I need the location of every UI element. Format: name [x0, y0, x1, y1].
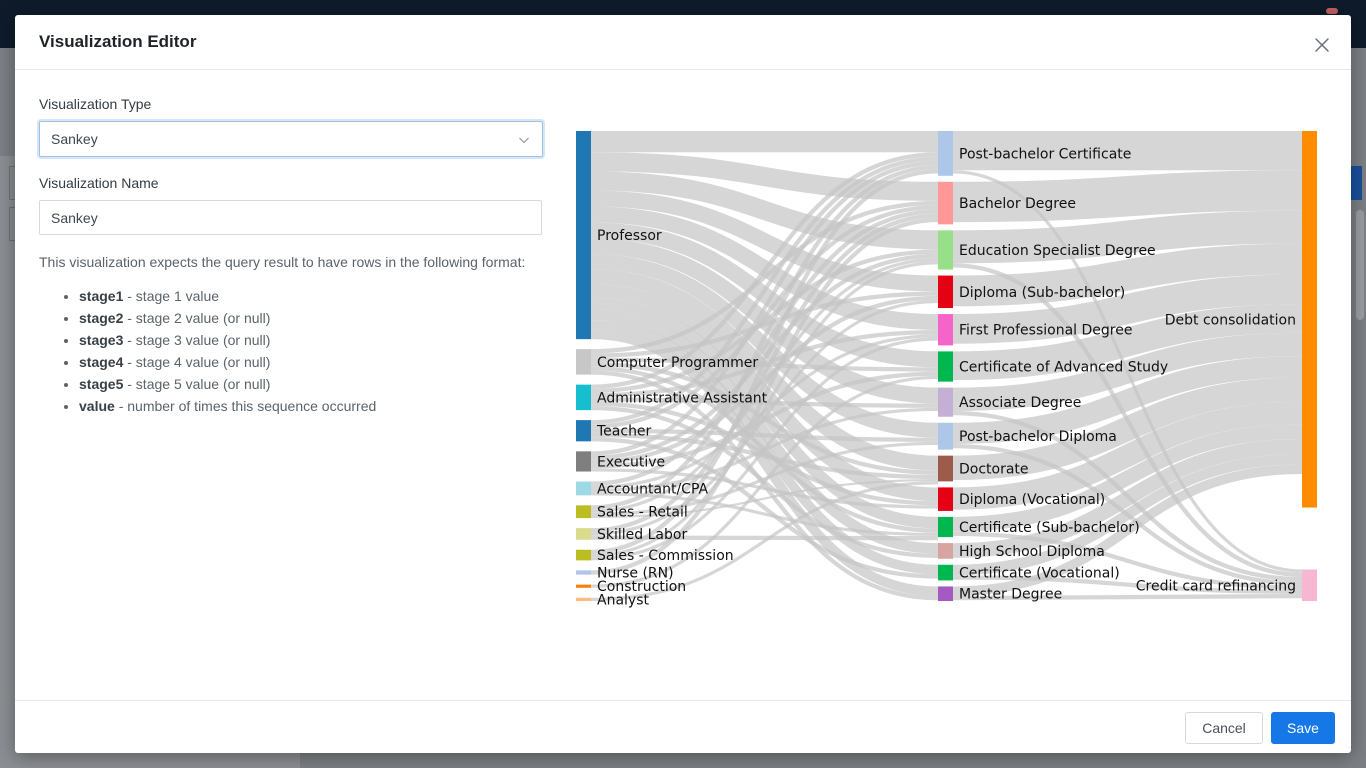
format-list: stage1 - stage 1 valuestage2 - stage 2 v… [39, 285, 543, 417]
sankey-node-label: Sales - Retail [597, 505, 688, 521]
sankey-node[interactable] [938, 543, 953, 559]
sankey-node-label: High School Diploma [959, 544, 1105, 560]
sankey-node[interactable] [938, 564, 953, 581]
editor-settings: Visualization Type Sankey Visualization … [39, 95, 543, 417]
format-desc: - number of times this sequence occurred [114, 398, 377, 414]
sankey-node[interactable] [1302, 131, 1317, 508]
visualization-type-select[interactable]: Sankey [39, 121, 543, 157]
close-icon[interactable] [1311, 34, 1333, 56]
sankey-node-label: Certificate (Vocational) [959, 566, 1120, 582]
sankey-node-label: Doctorate [959, 462, 1029, 478]
sankey-node-label: Associate Degree [959, 395, 1081, 411]
cancel-button[interactable]: Cancel [1185, 712, 1263, 744]
background-scrollbar [1356, 210, 1364, 320]
sankey-node[interactable] [938, 387, 953, 417]
format-key: stage2 [79, 310, 124, 326]
sankey-node-label: Skilled Labor [597, 527, 687, 543]
sankey-node[interactable] [938, 314, 953, 346]
visualization-type-label: Visualization Type [39, 96, 152, 112]
sankey-node-label: Master Degree [959, 587, 1062, 603]
sankey-node[interactable] [938, 586, 953, 601]
sankey-node[interactable] [576, 384, 591, 411]
format-key: stage5 [79, 376, 124, 392]
sankey-node[interactable] [576, 549, 591, 561]
sankey-node-label: Certificate (Sub-bachelor) [959, 520, 1140, 536]
sankey-node[interactable] [576, 584, 591, 588]
sankey-node-label: First Professional Degree [959, 323, 1132, 339]
format-desc: - stage 4 value (or null) [123, 354, 271, 370]
sankey-node[interactable] [576, 597, 591, 601]
sankey-node-label: Education Specialist Degree [959, 243, 1156, 259]
sankey-node-label: Post-bachelor Certificate [959, 146, 1131, 162]
sankey-node[interactable] [1302, 569, 1317, 601]
sankey-node[interactable] [938, 487, 953, 511]
format-key: stage4 [79, 354, 124, 370]
sankey-chart: Professor Computer Programmer Administrati… [576, 131, 1317, 608]
format-item: stage2 - stage 2 value (or null) [79, 307, 543, 329]
modal-header: Visualization Editor [15, 15, 1351, 70]
format-desc: - stage 2 value (or null) [123, 310, 271, 326]
sankey-node[interactable] [938, 351, 953, 382]
format-desc: - stage 5 value (or null) [123, 376, 271, 392]
visualization-name-label: Visualization Name [39, 175, 159, 191]
format-item: value - number of times this sequence oc… [79, 395, 543, 417]
sankey-node[interactable] [938, 131, 953, 176]
sankey-node[interactable] [576, 420, 591, 442]
sankey-node-label: Professor [597, 228, 662, 244]
sankey-node-label: Post-bachelor Diploma [959, 429, 1117, 445]
sankey-node[interactable] [938, 181, 953, 225]
sankey-node-label: Bachelor Degree [959, 196, 1076, 212]
sankey-node[interactable] [576, 131, 591, 340]
format-item: stage1 - stage 1 value [79, 285, 543, 307]
sankey-node-label: Administrative Assistant [597, 390, 768, 406]
sankey-node[interactable] [938, 516, 953, 538]
sankey-node[interactable] [576, 528, 591, 540]
modal-footer: Cancel Save [15, 700, 1351, 753]
sankey-node-label: Accountant/CPA [597, 481, 709, 497]
sankey-node-label: Credit card refinancing [1136, 578, 1296, 594]
sankey-node[interactable] [938, 422, 953, 450]
sankey-node-label: Diploma (Vocational) [959, 492, 1105, 508]
sankey-node[interactable] [576, 570, 591, 575]
format-item: stage5 - stage 5 value (or null) [79, 373, 543, 395]
visualization-type-value: Sankey [51, 131, 98, 147]
format-key: stage3 [79, 332, 124, 348]
format-item: stage3 - stage 3 value (or null) [79, 329, 543, 351]
format-description: This visualization expects the query res… [39, 254, 526, 270]
sankey-node-label: Teacher [596, 424, 652, 440]
sankey-node-label: Certificate of Advanced Study [959, 360, 1168, 376]
format-desc: - stage 1 value [123, 288, 220, 304]
sankey-node-label: Sales - Commission [597, 548, 734, 564]
sankey-node-label: Debt consolidation [1165, 312, 1296, 328]
chevron-down-icon [518, 133, 530, 151]
sankey-node-label: Computer Programmer [597, 355, 758, 371]
sankey-node-label: Executive [597, 454, 665, 470]
format-key: value [79, 398, 115, 414]
visualization-name-input[interactable] [39, 200, 542, 235]
avatar[interactable] [1326, 8, 1338, 14]
visualization-editor-modal: Visualization Editor Visualization Type … [15, 15, 1351, 753]
sankey-node[interactable] [576, 481, 591, 496]
sankey-node[interactable] [938, 455, 953, 482]
format-item: stage4 - stage 4 value (or null) [79, 351, 543, 373]
format-desc: - stage 3 value (or null) [123, 332, 271, 348]
save-button[interactable]: Save [1271, 712, 1335, 744]
sankey-node[interactable] [576, 451, 591, 472]
sankey-node[interactable] [938, 230, 953, 270]
format-key: stage1 [79, 288, 124, 304]
sankey-node-label: Diploma (Sub-bachelor) [959, 285, 1125, 301]
sankey-node-label: Analyst [597, 592, 649, 608]
modal-title: Visualization Editor [39, 32, 197, 51]
sankey-node[interactable] [576, 505, 591, 519]
sankey-node[interactable] [938, 275, 953, 309]
sankey-node[interactable] [576, 349, 591, 375]
